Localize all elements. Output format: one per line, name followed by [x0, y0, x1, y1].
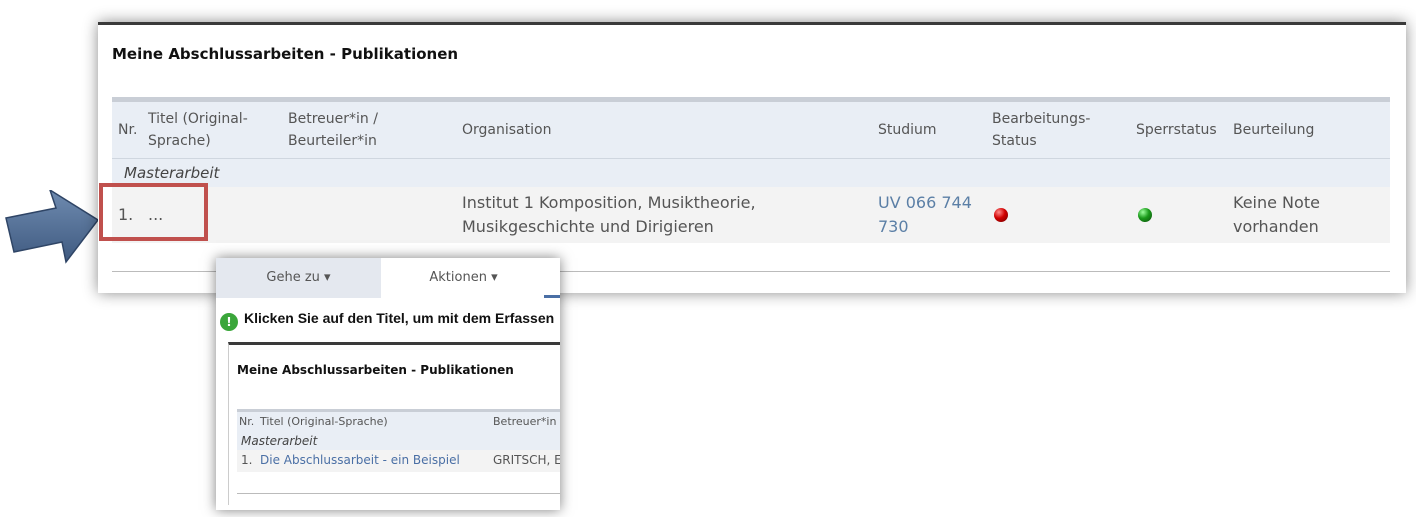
- inset-col-nr: Nr.: [239, 415, 255, 428]
- row-studium-link-1[interactable]: UV 066 744: [878, 191, 972, 215]
- arrow-right-icon: [5, 190, 100, 264]
- inset-col-titel[interactable]: Titel (Original-Sprache): [260, 415, 388, 428]
- table-row[interactable]: 1. ... Institut 1 Komposition, Musiktheo…: [112, 187, 1390, 243]
- inset-col-betreuer[interactable]: Betreuer*in: [493, 415, 556, 428]
- inset-table: Nr. Titel (Original-Sprache) Betreuer*in…: [237, 409, 560, 472]
- inset-row-betreuer: GRITSCH, E: [493, 453, 560, 467]
- inset-screenshot: Gehe zu ▾ Aktionen ▾ ! Klicken Sie auf de…: [216, 258, 560, 510]
- notice-message: ! Klicken Sie auf den Titel, um mit dem E…: [220, 310, 560, 331]
- inset-table-row[interactable]: 1. Die Abschlussarbeit - ein Beispiel GR…: [237, 450, 560, 472]
- col-beurteilung[interactable]: Beurteilung: [1233, 119, 1314, 141]
- row-organisation-2: Musikgeschichte und Dirigieren: [462, 217, 714, 236]
- col-betreuer-1[interactable]: Betreuer*in /: [288, 108, 378, 130]
- inset-bottom-rule: [237, 493, 560, 494]
- row-beurteilung-1: Keine Note: [1233, 193, 1320, 212]
- col-sperrstatus[interactable]: Sperrstatus: [1136, 119, 1217, 141]
- inset-row-titel-link[interactable]: Die Abschlussarbeit - ein Beispiel: [260, 453, 460, 467]
- col-status-2[interactable]: Status: [992, 130, 1037, 152]
- col-nr: Nr.: [118, 122, 138, 138]
- col-betreuer-2[interactable]: Beurteiler*in: [288, 130, 377, 152]
- col-studium[interactable]: Studium: [878, 119, 937, 141]
- col-organisation[interactable]: Organisation: [462, 119, 551, 141]
- row-beurteilung-2: vorhanden: [1233, 217, 1319, 236]
- publications-panel: Meine Abschlussarbeiten - Publikationen …: [98, 22, 1406, 293]
- inset-table-header: Nr. Titel (Original-Sprache) Betreuer*in: [237, 412, 560, 432]
- inset-publications-panel: Meine Abschlussarbeiten - Publikationen …: [228, 342, 560, 505]
- inset-row-nr: 1.: [241, 453, 253, 467]
- info-bubble-icon: !: [220, 313, 238, 331]
- inset-panel-title: Meine Abschlussarbeiten - Publikationen: [237, 363, 514, 377]
- col-titel-2[interactable]: Sprache): [148, 130, 211, 152]
- notice-text: Klicken Sie auf den Titel, um mit dem Er…: [244, 310, 555, 326]
- tab-gehe-zu[interactable]: Gehe zu ▾: [216, 258, 381, 298]
- bearbeitungsstatus-red-dot-icon: [994, 208, 1008, 222]
- tab-accent: [544, 295, 560, 298]
- row-organisation-1: Institut 1 Komposition, Musiktheorie,: [462, 193, 756, 212]
- inset-group-label: Masterarbeit: [237, 432, 560, 450]
- col-status-1[interactable]: Bearbeitungs-: [992, 108, 1090, 130]
- col-titel-1[interactable]: Titel (Original-: [148, 108, 248, 130]
- table-header: Nr. Titel (Original- Sprache) Betreuer*i…: [112, 102, 1390, 158]
- tab-aktionen[interactable]: Aktionen ▾: [381, 258, 546, 298]
- sperrstatus-green-dot-icon: [1138, 208, 1152, 222]
- title-highlight-box: [99, 183, 208, 241]
- panel-title: Meine Abschlussarbeiten - Publikationen: [112, 45, 459, 63]
- tab-bar: Gehe zu ▾ Aktionen ▾: [216, 258, 560, 298]
- publications-table: Nr. Titel (Original- Sprache) Betreuer*i…: [112, 97, 1390, 243]
- row-studium-link-2[interactable]: 730: [878, 215, 909, 239]
- group-label: Masterarbeit: [112, 158, 1390, 187]
